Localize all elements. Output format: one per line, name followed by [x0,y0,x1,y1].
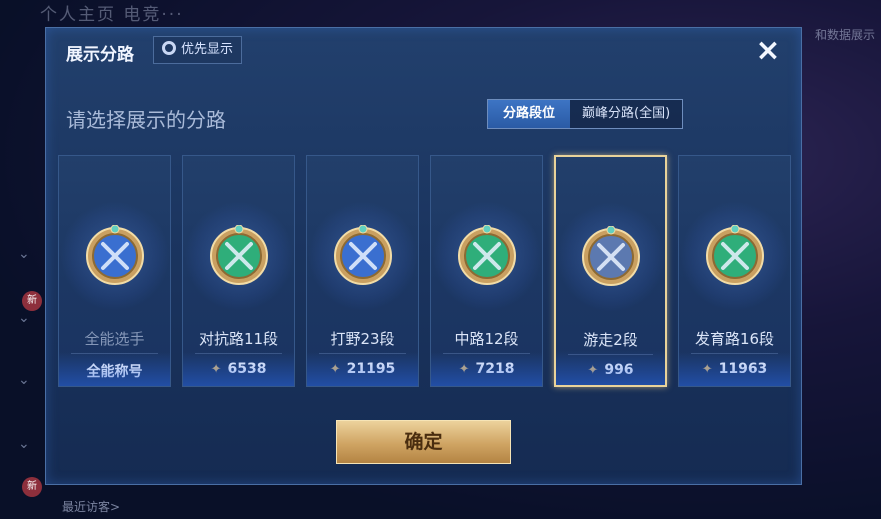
card-bottom-glow [679,352,790,386]
modal-title: 展示分路 [66,45,134,65]
background-right-text: 和数据展示 [814,28,875,42]
lane-card-list: 全能选手全能称号对抗路11段✦6538打野23段✦21195中路12段✦7218… [58,155,791,389]
tab-lane-rank[interactable]: 分路段位 [488,100,571,128]
lane-card[interactable]: 中路12段✦7218 [430,155,543,387]
lane-card[interactable]: 发育路16段✦11963 [678,155,791,387]
lane-card[interactable]: 对抗路11段✦6538 [182,155,295,387]
priority-display-label: 优先显示 [181,42,234,57]
chevron-down-icon[interactable]: ⌄ [18,310,30,326]
recent-visitors-link[interactable]: 最近访客> [62,498,120,515]
confirm-button[interactable]: 确定 [336,420,511,464]
lane-rank-label: 打野23段 [330,330,395,348]
lane-rank-label: 全能选手 [84,330,145,348]
lane-tabs: 分路段位 巅峰分路(全国) [487,99,684,129]
lane-card[interactable]: 打野23段✦21195 [306,155,419,387]
lane-card[interactable]: 游走2段✦996 [554,155,667,387]
new-badge: 新 [22,477,42,497]
mid-lane-emblem-icon [457,225,516,285]
chevron-down-icon[interactable]: ⌄ [18,372,30,388]
lane-rank-label: 中路12段 [454,330,519,348]
modal-subtitle: 请选择展示的分路 [66,108,226,132]
clash-lane-emblem-icon [209,225,268,285]
chevron-down-icon[interactable]: ⌄ [18,246,30,262]
lane-display-modal: 展示分路 优先显示 × 请选择展示的分路 分路段位 巅峰分路(全国) 全能选手全… [45,27,802,485]
lane-rank-label: 发育路16段 [694,330,775,348]
card-bottom-glow [431,352,542,386]
card-bottom-glow [556,351,665,385]
priority-display-button[interactable]: 优先显示 [153,36,243,64]
background-header-text: 个人主页 电竞··· [40,5,184,25]
farm-lane-emblem-icon [705,225,764,285]
roam-emblem-icon [581,226,640,286]
chevron-down-icon[interactable]: ⌄ [18,436,30,452]
card-bottom-glow [183,352,294,386]
card-bottom-glow [307,352,418,386]
card-bottom-glow [59,352,170,386]
lane-card[interactable]: 全能选手全能称号 [58,155,171,387]
gear-icon [162,41,176,55]
close-icon[interactable]: × [751,34,785,68]
lane-rank-label: 游走2段 [583,331,638,349]
jungle-emblem-icon [333,225,392,285]
new-badge: 新 [22,291,42,311]
lane-rank-label: 对抗路11段 [198,330,279,348]
tab-peak-lane[interactable]: 巅峰分路(全国) [570,100,683,128]
allround-emblem-icon [85,225,144,285]
